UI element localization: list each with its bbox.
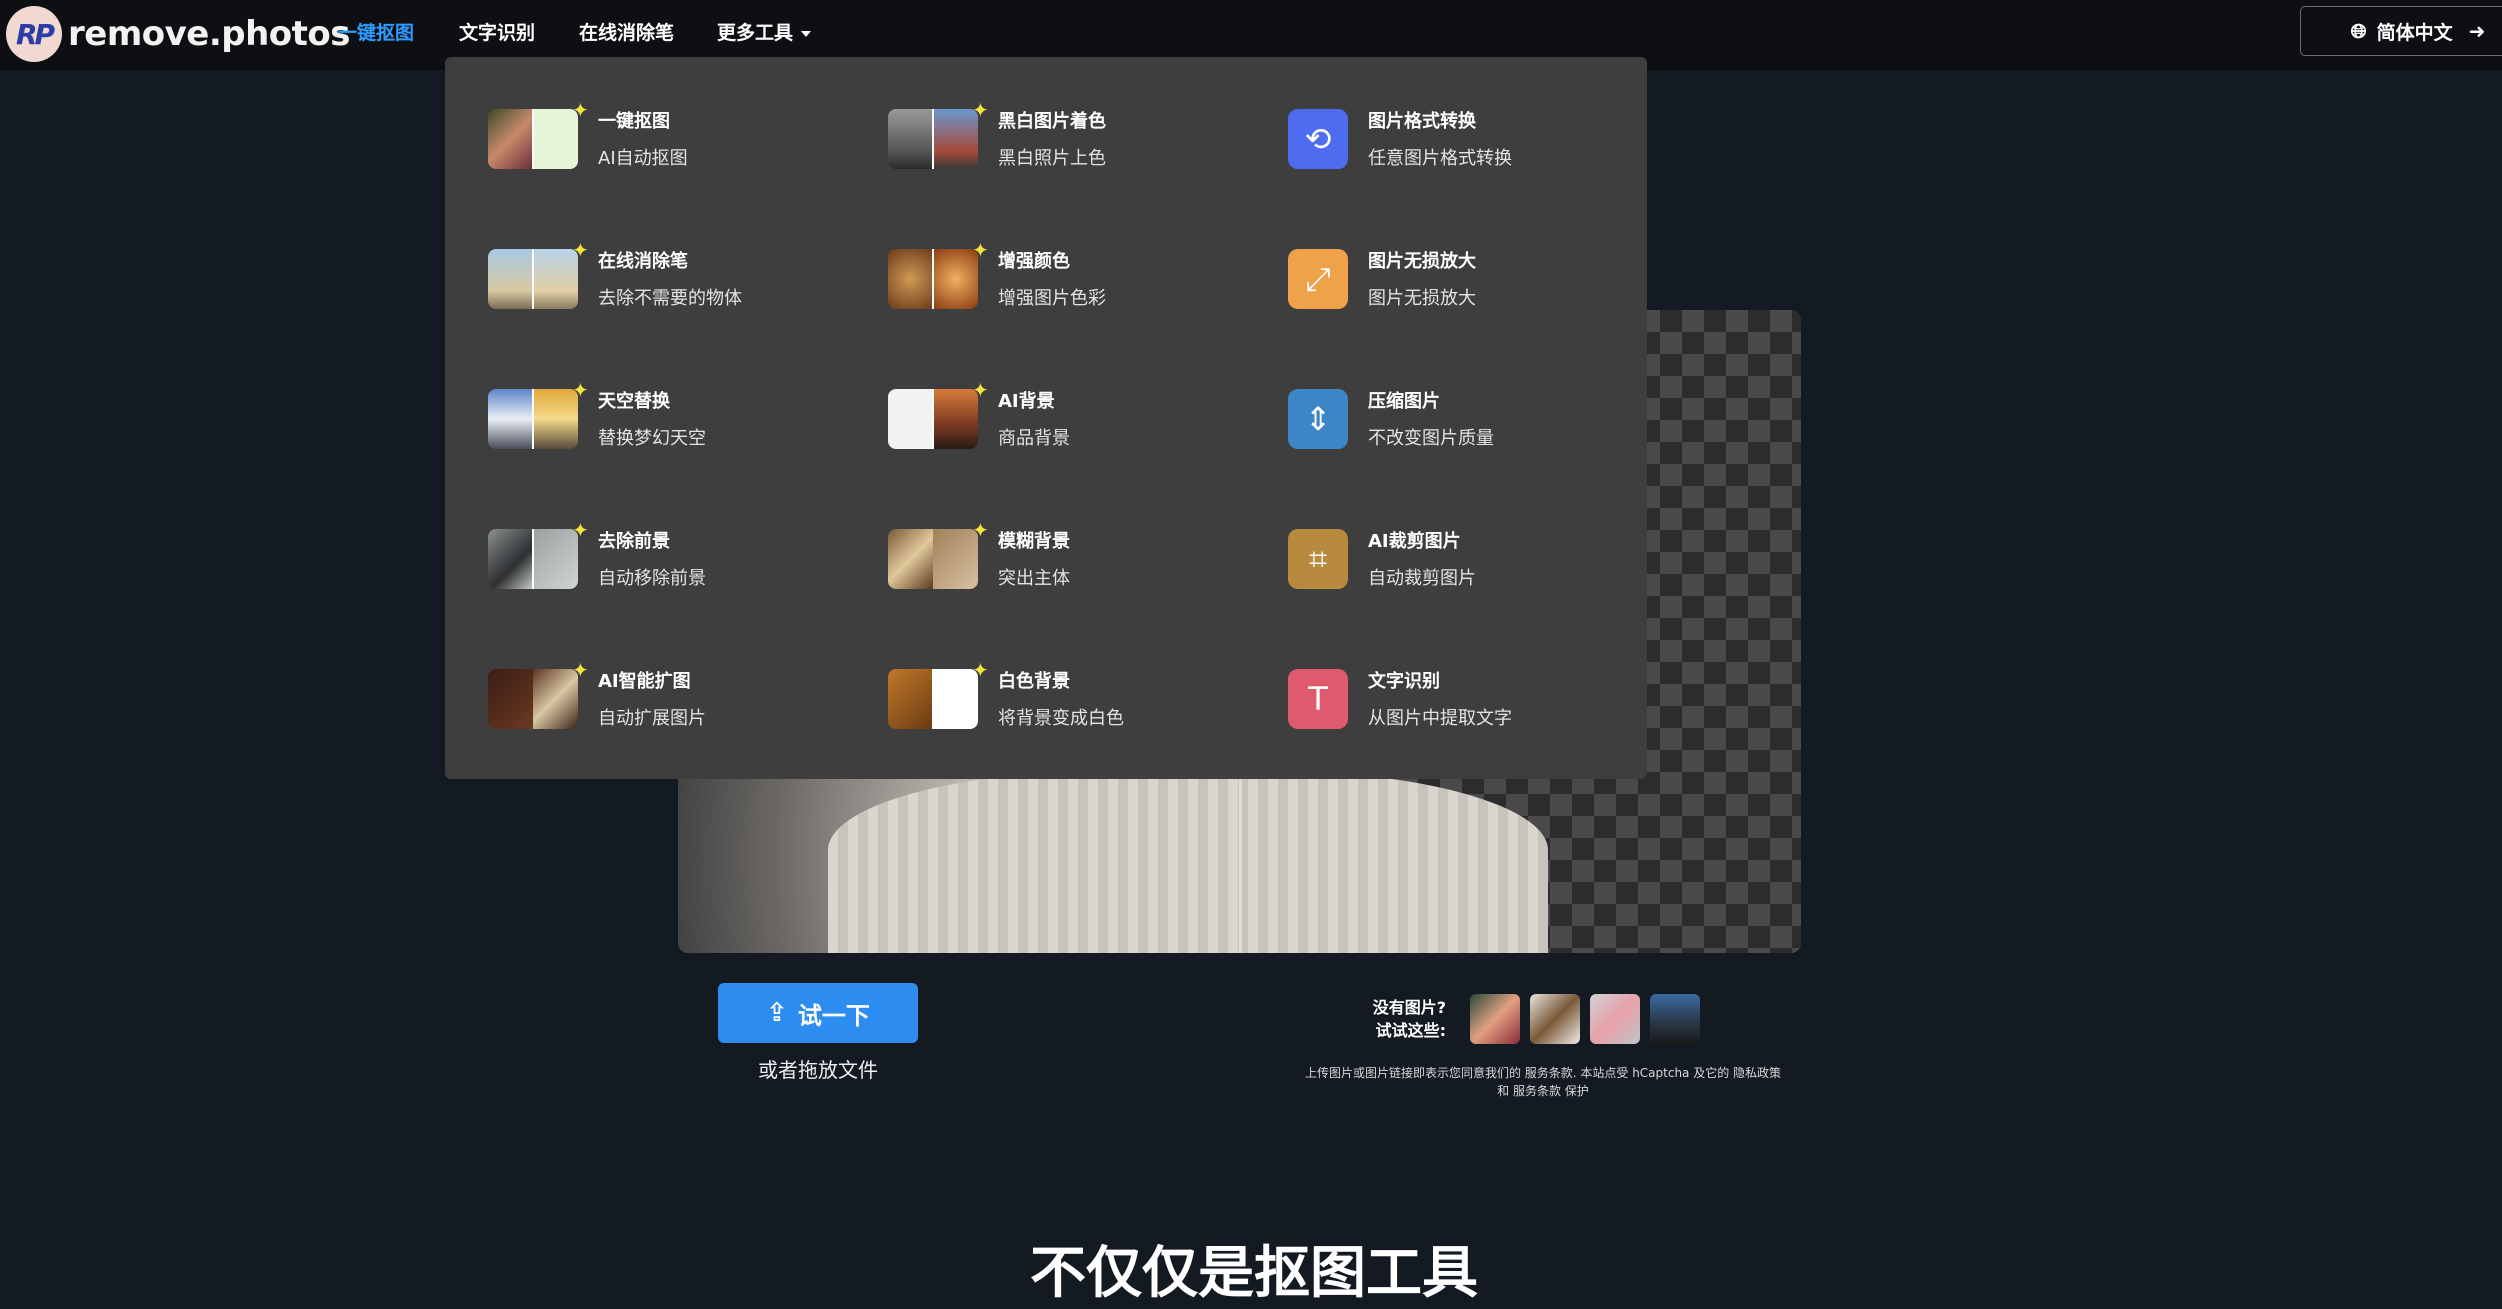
section-title: 不仅仅是抠图工具 — [1030, 1241, 1478, 1306]
more-tools-dropdown: ✦ 一键抠图 AI自动抠图 ✦ 在线消除笔 去除不需要的物体 ✦ 天空替换 替换… — [445, 57, 1647, 779]
menu-item-subtitle: AI自动抠图 — [598, 148, 688, 169]
menu-item-subtitle: 突出主体 — [998, 568, 1070, 589]
nav-link-more-tools[interactable]: 更多工具 — [717, 18, 812, 45]
menu-item-subtitle: 自动裁剪图片 — [1368, 568, 1476, 589]
menu-item-ocr[interactable]: T 文字识别 从图片中提取文字 — [445, 617, 1647, 729]
menu-item-subtitle: 从图片中提取文字 — [1368, 708, 1512, 729]
menu-item-title: AI裁剪图片 — [1368, 531, 1461, 552]
sample-image-car[interactable] — [1650, 994, 1700, 1044]
menu-item-subtitle: 任意图片格式转换 — [1368, 148, 1512, 169]
menu-item-title: 文字识别 — [1368, 671, 1440, 692]
nav-link-ocr[interactable]: 文字识别 — [459, 18, 535, 45]
menu-item-subtitle: 增强图片色彩 — [998, 288, 1106, 309]
compress-icon: ⇕ — [1288, 389, 1348, 449]
menu-item-subtitle: 将背景变成白色 — [998, 708, 1124, 729]
menu-item-upscale[interactable]: ⤢ 图片无损放大 图片无损放大 — [445, 197, 1647, 309]
menu-item-title: 图片无损放大 — [1368, 251, 1476, 272]
arrow-right-icon: ➜ — [2468, 19, 2486, 43]
menu-item-compress[interactable]: ⇕ 压缩图片 不改变图片质量 — [445, 337, 1647, 449]
menu-item-title: 图片格式转换 — [1368, 111, 1476, 132]
menu-item-subtitle: 黑白照片上色 — [998, 148, 1106, 169]
menu-item-subtitle: 不改变图片质量 — [1368, 428, 1494, 449]
upscale-icon: ⤢ — [1288, 249, 1348, 309]
language-button[interactable]: 🌐︎ 简体中文 ➜ — [2300, 6, 2502, 56]
menu-item-subtitle: 替换梦幻天空 — [598, 428, 706, 449]
text-recognition-icon: T — [1288, 669, 1348, 729]
brand-name: remove.photos — [68, 14, 351, 54]
menu-item-subtitle: 去除不需要的物体 — [598, 288, 742, 309]
menu-item-ai-crop[interactable]: ⌗ AI裁剪图片 自动裁剪图片 — [445, 477, 1647, 589]
nav-link-cutout[interactable]: 一键抠图 — [338, 18, 414, 45]
menu-item-subtitle: 图片无损放大 — [1368, 288, 1476, 309]
drop-file-hint: 或者拖放文件 — [758, 1058, 878, 1082]
try-button-label: 试一下 — [797, 1001, 870, 1030]
menu-item-subtitle: 自动扩展图片 — [598, 708, 706, 729]
sample-image-dog[interactable] — [1530, 994, 1580, 1044]
chevron-down-icon — [801, 30, 812, 37]
menu-item-format-convert[interactable]: ⟲ 图片格式转换 任意图片格式转换 — [445, 57, 1647, 169]
menu-item-subtitle: 自动移除前景 — [598, 568, 706, 589]
sample-prompt: 没有图片? 试试这些: — [1372, 998, 1446, 1040]
sweater-detail — [828, 770, 1548, 953]
upload-icon: ⇪ — [766, 998, 788, 1028]
logo-badge-icon: RP — [6, 6, 62, 62]
menu-item-subtitle: 商品背景 — [998, 428, 1070, 449]
terms-notice: 上传图片或图片链接即表示您同意我们的 服务条款. 本站点受 hCaptcha 及… — [1304, 1066, 1782, 1098]
sample-image-phone[interactable] — [1590, 994, 1640, 1044]
sample-image-woman[interactable] — [1470, 994, 1520, 1044]
crop-icon: ⌗ — [1288, 529, 1348, 589]
menu-item-title: 压缩图片 — [1368, 391, 1440, 412]
nav-link-eraser[interactable]: 在线消除笔 — [579, 18, 674, 45]
language-label: 简体中文 — [2376, 21, 2453, 44]
brand-logo[interactable]: RP remove.photos — [6, 6, 351, 62]
try-upload-button[interactable]: ⇪ 试一下 — [718, 983, 918, 1043]
format-convert-icon: ⟲ — [1288, 109, 1348, 169]
globe-icon: 🌐︎ — [2350, 19, 2367, 43]
